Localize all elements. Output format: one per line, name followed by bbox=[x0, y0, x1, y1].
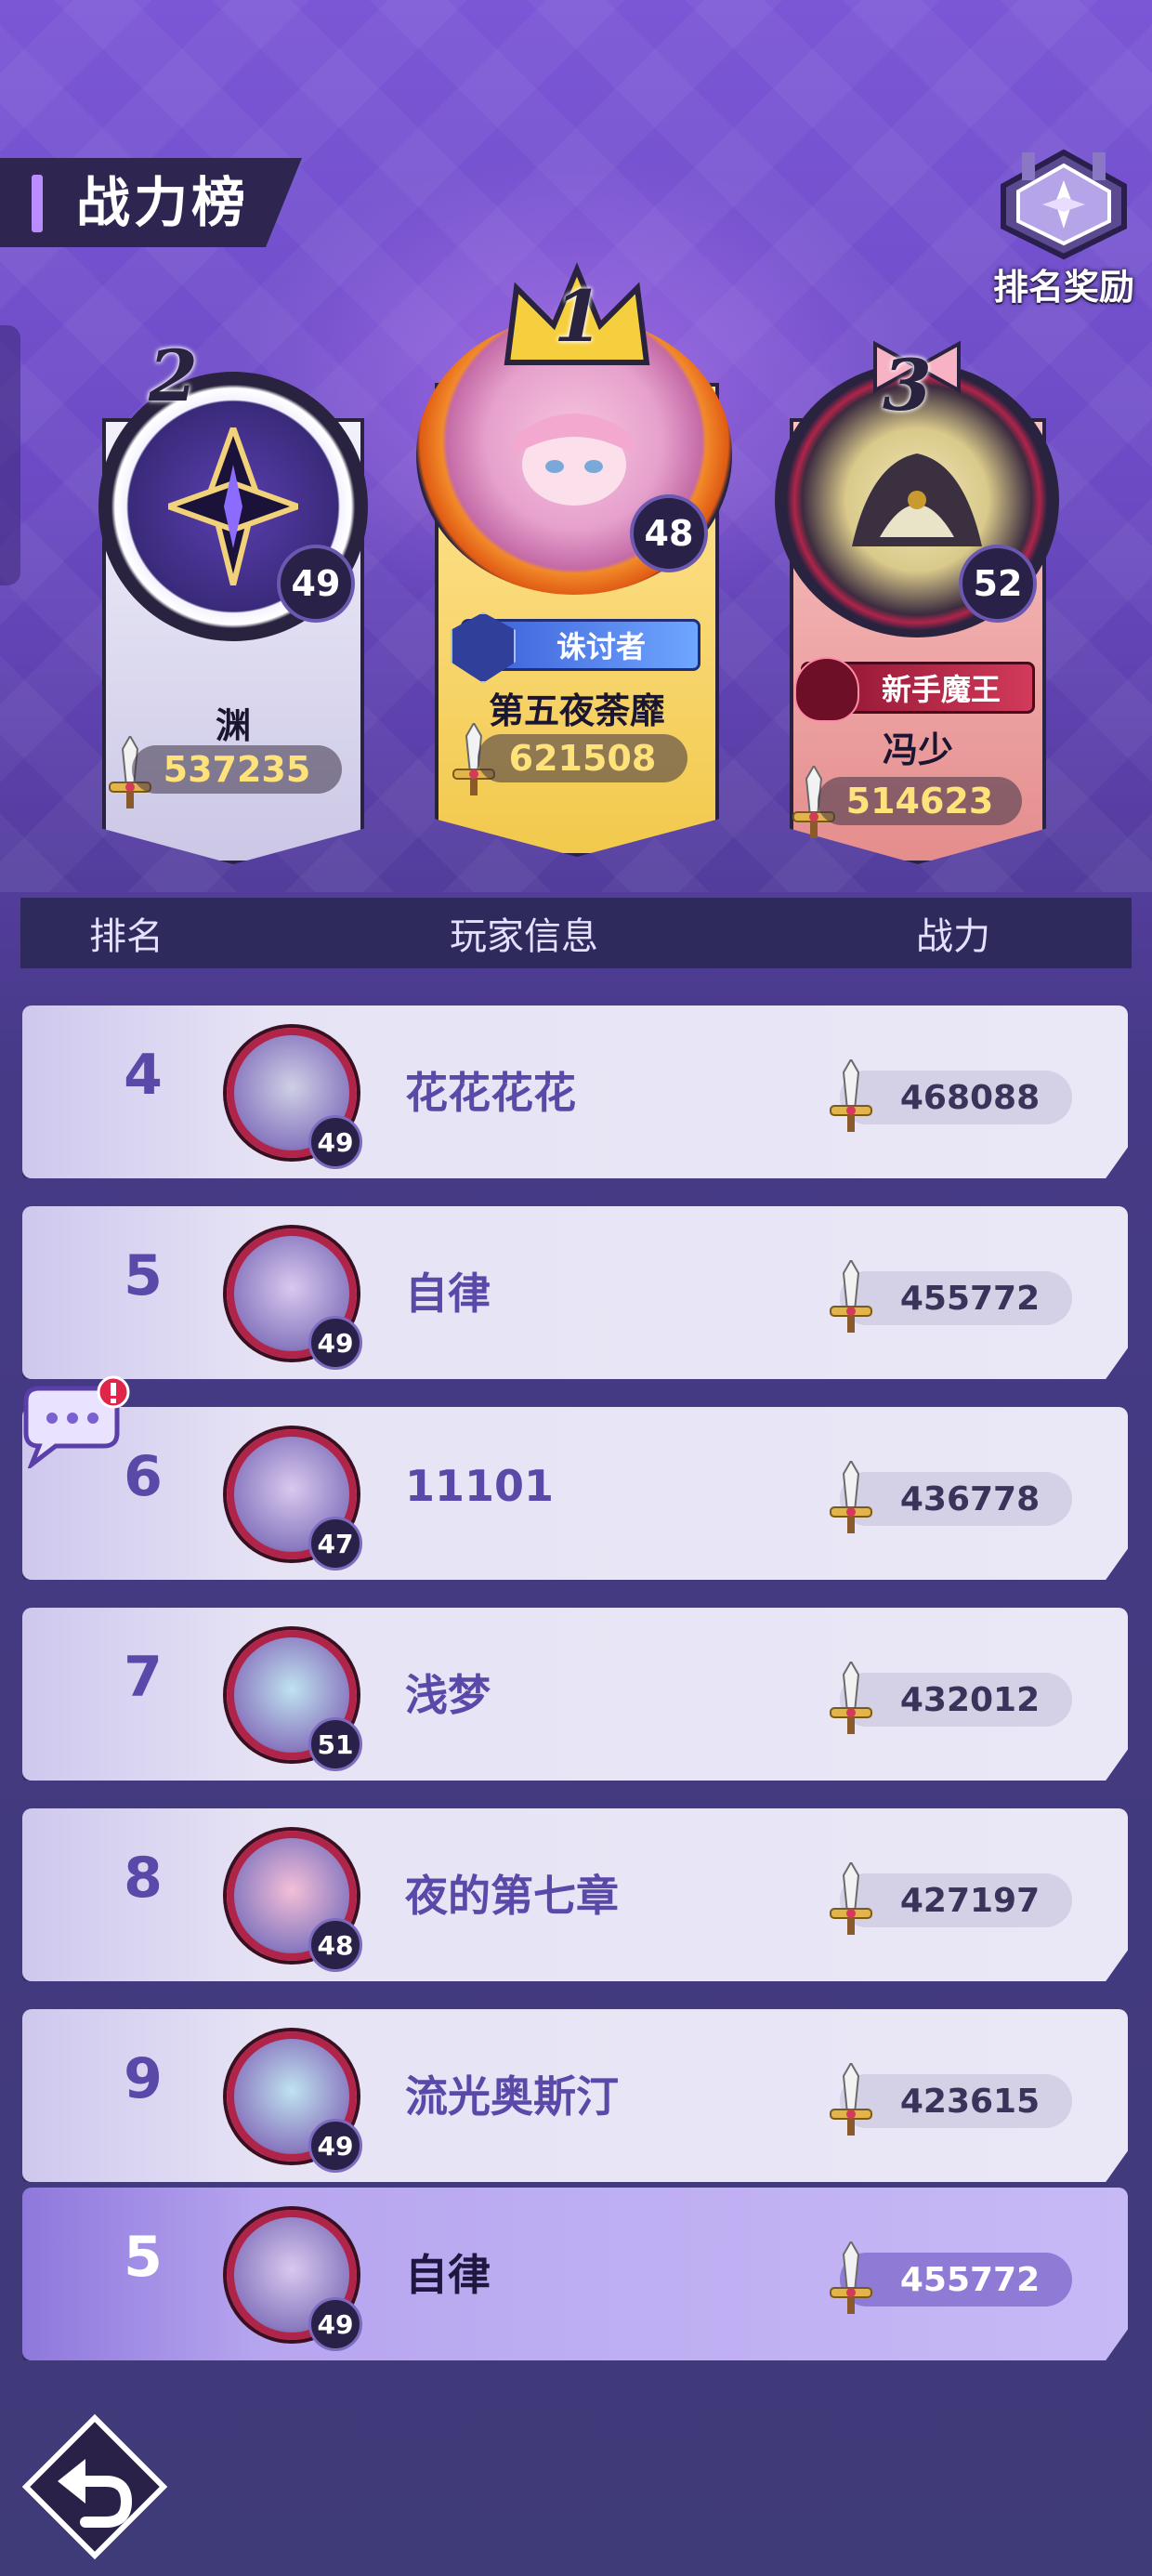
avatar-level-badge: 49 bbox=[308, 2119, 362, 2173]
sword-icon bbox=[830, 1862, 872, 1935]
podium-power: 514623 bbox=[818, 777, 1022, 825]
podium-name: 冯少 bbox=[882, 729, 953, 770]
avatar-level-badge: 48 bbox=[308, 1918, 362, 1972]
player-avatar[interactable]: 49 bbox=[208, 2197, 375, 2355]
my-rank-row[interactable]: 5 49 自律 455772 bbox=[22, 2188, 1128, 2360]
player-avatar[interactable]: 47 bbox=[208, 1416, 375, 1574]
side-tab[interactable] bbox=[0, 325, 20, 585]
honor-title-text: 诛讨者 bbox=[556, 629, 646, 664]
podium-level-badge: 48 bbox=[630, 494, 708, 572]
podium-level-badge: 49 bbox=[277, 545, 355, 623]
avatar-level-badge: 49 bbox=[308, 1115, 362, 1169]
player-name: 流光奥斯汀 bbox=[405, 2071, 619, 2122]
player-name: 自律 bbox=[405, 1268, 491, 1319]
demon-emblem-icon bbox=[794, 657, 859, 722]
player-avatar[interactable]: 48 bbox=[208, 1818, 375, 1976]
podium-third[interactable]: 3 52 新手魔王 冯少 514623 bbox=[775, 335, 1059, 864]
chat-button[interactable] bbox=[19, 1375, 130, 1472]
table-row[interactable]: 7 51 浅梦 432012 bbox=[22, 1608, 1128, 1781]
rank-reward-label: 排名奖励 bbox=[992, 267, 1134, 308]
dragon-character-icon bbox=[852, 453, 982, 546]
rank-reward-button[interactable]: 排名奖励 bbox=[985, 149, 1143, 308]
sword-icon bbox=[830, 1662, 872, 1734]
title-accent-bar bbox=[32, 175, 43, 232]
podium-power: 621508 bbox=[478, 734, 687, 782]
avatar-level-badge: 51 bbox=[308, 1717, 362, 1771]
player-name: 夜的第七章 bbox=[405, 1871, 619, 1921]
column-rank: 排名 bbox=[89, 915, 164, 958]
honor-title-text: 新手魔王 bbox=[881, 672, 1001, 707]
player-name: 11101 bbox=[405, 1461, 555, 1511]
character-portrait-icon bbox=[514, 414, 635, 506]
table-row[interactable]: 8 48 夜的第七章 427197 bbox=[22, 1808, 1128, 1981]
column-player-info: 玩家信息 bbox=[450, 915, 598, 958]
avatar-level-badge: 47 bbox=[308, 1517, 362, 1571]
podium-rank: 1 bbox=[554, 275, 603, 358]
page-title: 战力榜 bbox=[76, 171, 250, 234]
table-row[interactable]: 5 49 自律 455772 bbox=[22, 1206, 1128, 1379]
player-avatar[interactable]: 49 bbox=[208, 1216, 375, 1373]
player-name: 浅梦 bbox=[405, 1670, 491, 1720]
podium-power: 537235 bbox=[132, 745, 342, 794]
podium-rank: 3 bbox=[883, 344, 932, 427]
sword-icon bbox=[830, 2241, 872, 2314]
back-arrow-icon bbox=[21, 2413, 168, 2560]
podium-rank: 2 bbox=[149, 335, 198, 417]
podium-honor-title: 诛讨者 bbox=[451, 612, 700, 683]
chat-bubble-icon bbox=[23, 1375, 130, 1472]
column-power: 战力 bbox=[916, 915, 990, 958]
player-avatar[interactable]: 51 bbox=[208, 1617, 375, 1775]
crystal-star-icon bbox=[168, 427, 298, 585]
sword-icon bbox=[830, 1260, 872, 1333]
table-row[interactable]: 9 49 流光奥斯汀 423615 bbox=[22, 2009, 1128, 2182]
player-name: 自律 bbox=[405, 2250, 491, 2300]
trophy-crest-icon bbox=[1001, 149, 1127, 260]
podium-first[interactable]: 1 48 诛讨者 第五夜荼靡 621508 bbox=[416, 262, 732, 857]
avatar-level-badge: 49 bbox=[308, 2297, 362, 2351]
podium-second[interactable]: 2 49 渊 537235 bbox=[98, 335, 368, 864]
table-row[interactable]: 4 49 花花花花 468088 bbox=[22, 1005, 1128, 1178]
ranking-table-header: 排名 玩家信息 战力 bbox=[20, 898, 1132, 968]
back-button[interactable] bbox=[20, 2412, 169, 2561]
sword-icon bbox=[830, 1461, 872, 1533]
sword-icon bbox=[830, 1059, 872, 1132]
avatar-level-badge: 49 bbox=[308, 1316, 362, 1370]
player-name: 花花花花 bbox=[405, 1068, 576, 1118]
player-avatar[interactable]: 49 bbox=[208, 2018, 375, 2176]
table-row[interactable]: 6 47 11101 436778 bbox=[22, 1407, 1128, 1580]
podium-honor-title: 新手魔王 bbox=[794, 657, 1035, 722]
podium-level-badge: 52 bbox=[959, 545, 1037, 623]
sword-icon bbox=[830, 2063, 872, 2136]
player-avatar[interactable]: 49 bbox=[208, 1015, 375, 1173]
